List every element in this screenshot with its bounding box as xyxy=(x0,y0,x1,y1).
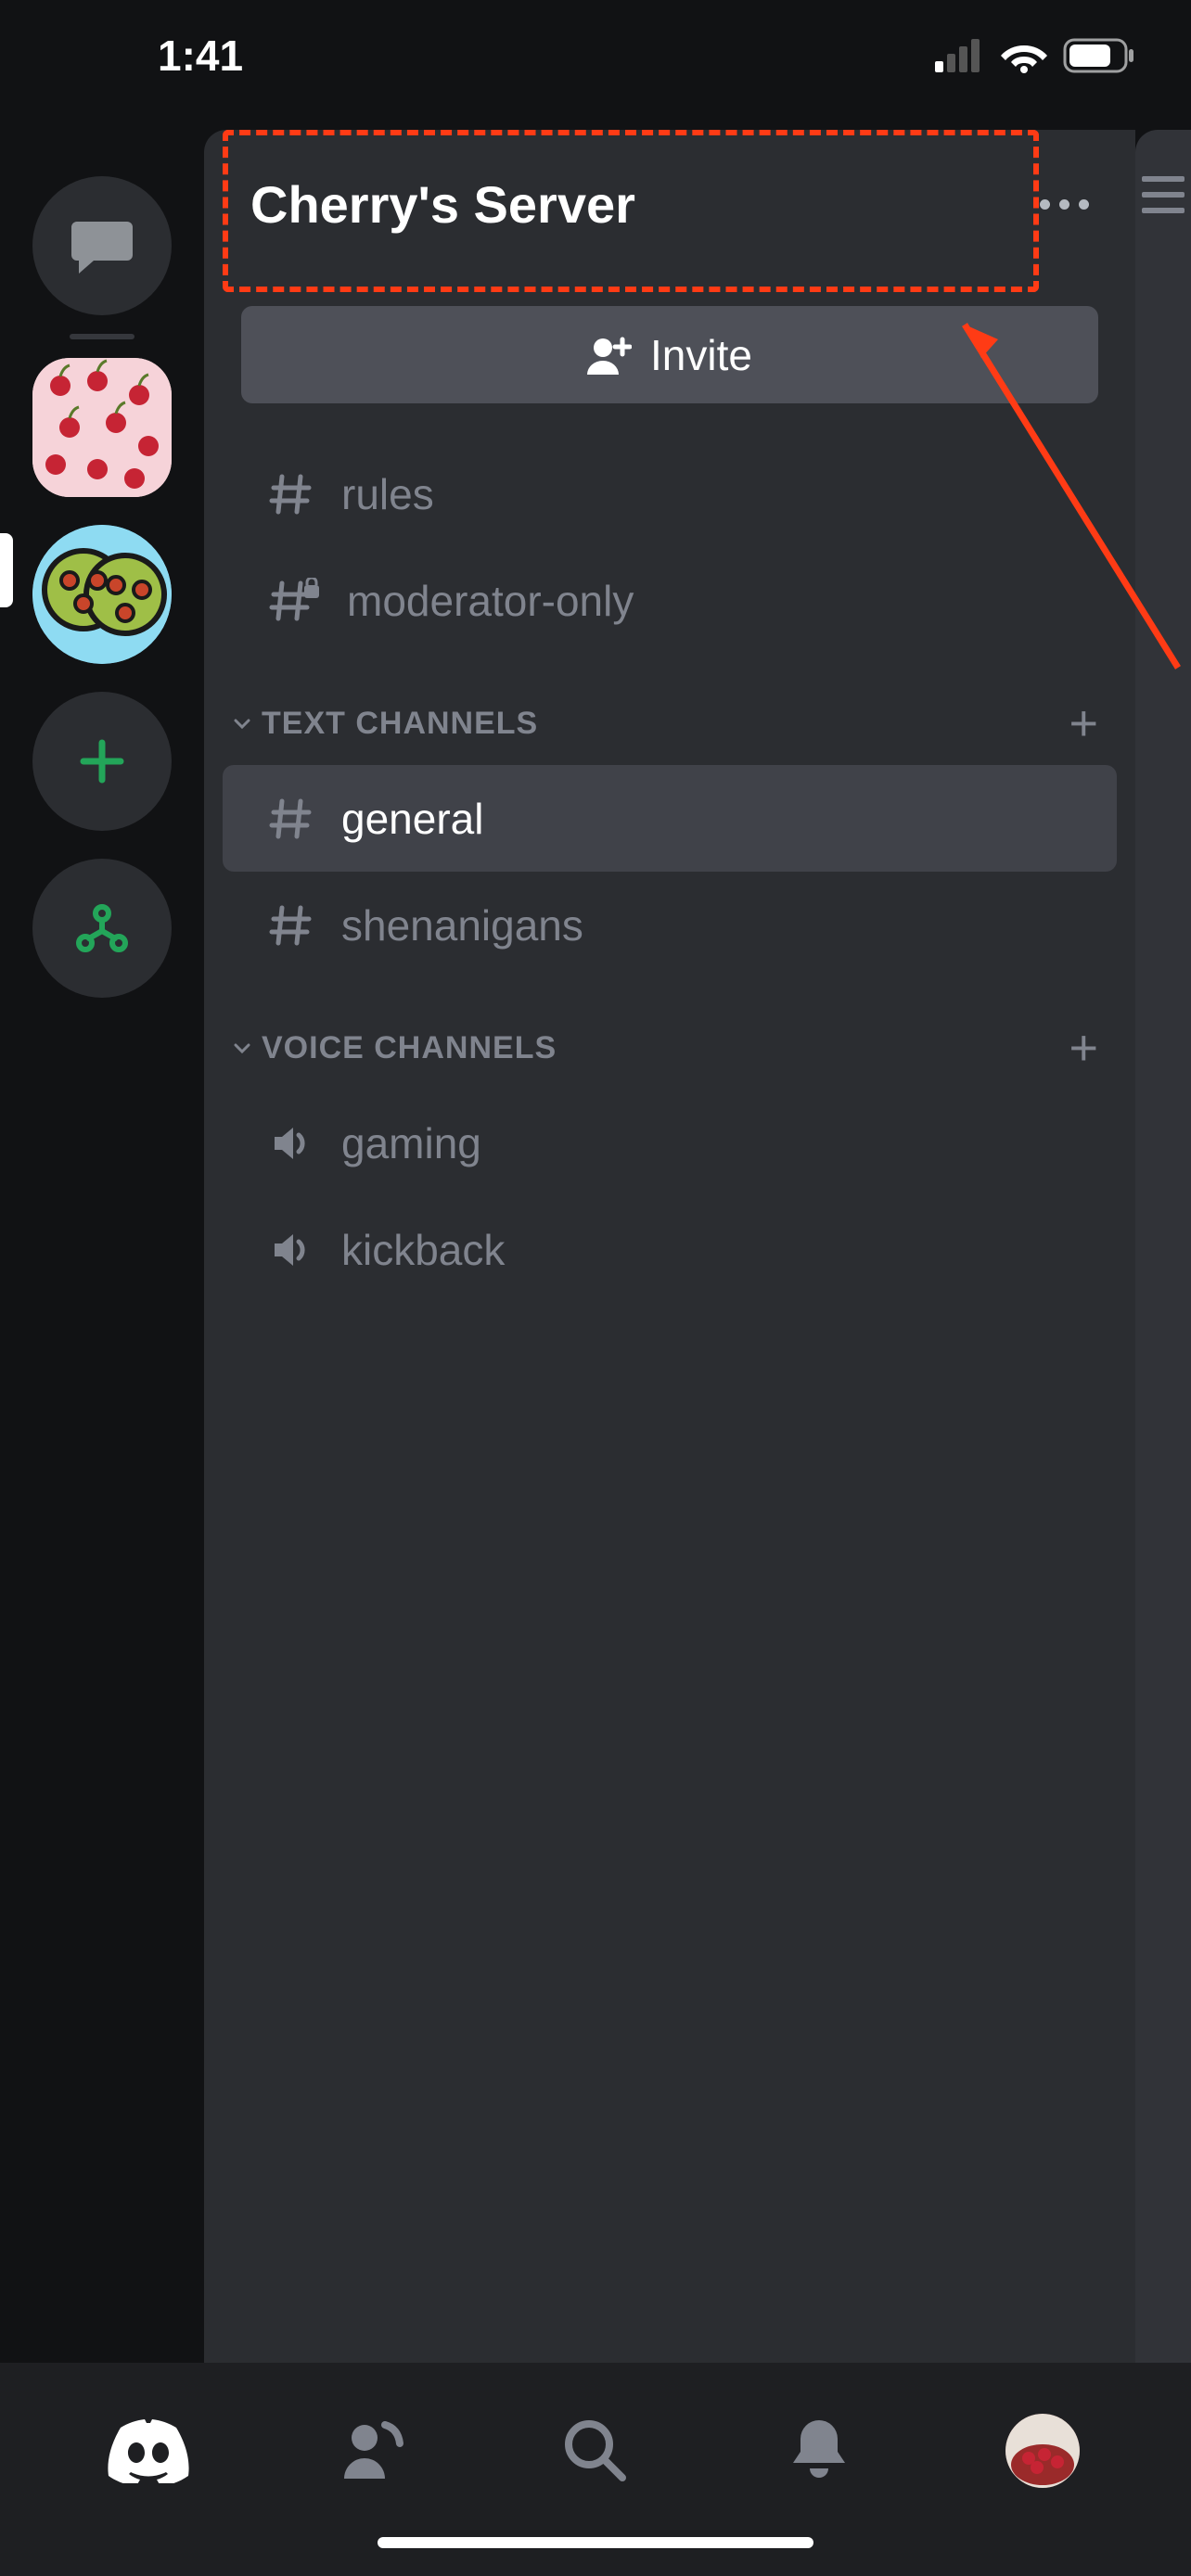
rail-divider xyxy=(70,334,134,339)
hash-icon xyxy=(269,796,315,842)
status-icons xyxy=(935,38,1135,73)
speaker-icon xyxy=(269,1227,315,1273)
battery-icon xyxy=(1063,38,1135,73)
discord-logo-icon xyxy=(106,2418,191,2483)
user-avatar xyxy=(1005,2414,1080,2488)
category-text-channels[interactable]: TEXT CHANNELS + xyxy=(204,682,1135,765)
invite-person-icon xyxy=(587,336,632,375)
server-cherries[interactable] xyxy=(32,358,172,497)
add-channel-icon[interactable]: + xyxy=(1069,695,1098,752)
tab-friends[interactable] xyxy=(326,2404,418,2497)
channel-panel: Cherry's Server Invite rules xyxy=(204,130,1135,2363)
status-bar: 1:41 xyxy=(0,0,1191,111)
trees-avatar-icon xyxy=(32,525,172,664)
chat-peek[interactable] xyxy=(1135,130,1191,2363)
server-rail xyxy=(0,130,204,2363)
bell-icon xyxy=(789,2417,849,2485)
category-label: TEXT CHANNELS xyxy=(262,706,538,742)
channel-name-label: moderator-only xyxy=(347,576,634,626)
hash-lock-icon xyxy=(269,578,321,624)
server-header[interactable]: Cherry's Server xyxy=(204,130,1135,278)
hub-icon xyxy=(74,902,130,954)
dm-button[interactable] xyxy=(32,176,172,315)
chevron-down-icon xyxy=(232,1038,252,1058)
channel-name-label: general xyxy=(341,794,483,844)
server-name: Cherry's Server xyxy=(250,174,635,235)
add-server-button[interactable] xyxy=(32,692,172,831)
tab-home[interactable] xyxy=(102,2404,195,2497)
chevron-down-icon xyxy=(232,713,252,733)
category-voice-channels[interactable]: VOICE CHANNELS + xyxy=(204,1006,1135,1090)
home-indicator xyxy=(378,2537,813,2548)
channel-name-label: kickback xyxy=(341,1225,505,1275)
plus-icon xyxy=(78,737,126,785)
hash-icon xyxy=(269,471,315,517)
tab-profile[interactable] xyxy=(996,2404,1089,2497)
status-time: 1:41 xyxy=(56,31,243,81)
wifi-icon xyxy=(1000,38,1048,73)
add-channel-icon[interactable]: + xyxy=(1069,1019,1098,1077)
discover-button[interactable] xyxy=(32,859,172,998)
channel-name-label: gaming xyxy=(341,1118,481,1168)
server-more-icon[interactable] xyxy=(1040,199,1089,210)
active-server-indicator xyxy=(0,533,13,607)
voice-channel-kickback[interactable]: kickback xyxy=(223,1196,1117,1303)
channel-rules[interactable]: rules xyxy=(223,440,1117,547)
speaker-icon xyxy=(269,1120,315,1167)
channel-name-label: shenanigans xyxy=(341,900,583,950)
chat-bubble-icon xyxy=(70,218,134,274)
invite-label: Invite xyxy=(650,330,752,380)
member-list-icon[interactable] xyxy=(1142,176,1185,2363)
channel-shenanigans[interactable]: shenanigans xyxy=(223,872,1117,978)
voice-channel-gaming[interactable]: gaming xyxy=(223,1090,1117,1196)
category-label: VOICE CHANNELS xyxy=(262,1030,557,1066)
channel-name-label: rules xyxy=(341,469,434,519)
friend-wave-icon xyxy=(339,2417,405,2484)
channel-moderator-only[interactable]: moderator-only xyxy=(223,547,1117,654)
tab-search[interactable] xyxy=(549,2404,642,2497)
channel-general[interactable]: general xyxy=(223,765,1117,872)
tab-notifications[interactable] xyxy=(773,2404,865,2497)
cherries-avatar-icon xyxy=(32,358,172,497)
invite-button[interactable]: Invite xyxy=(241,306,1098,403)
search-icon xyxy=(561,2417,630,2485)
server-trees[interactable] xyxy=(32,525,172,664)
hash-icon xyxy=(269,902,315,949)
cellular-icon xyxy=(935,39,985,72)
